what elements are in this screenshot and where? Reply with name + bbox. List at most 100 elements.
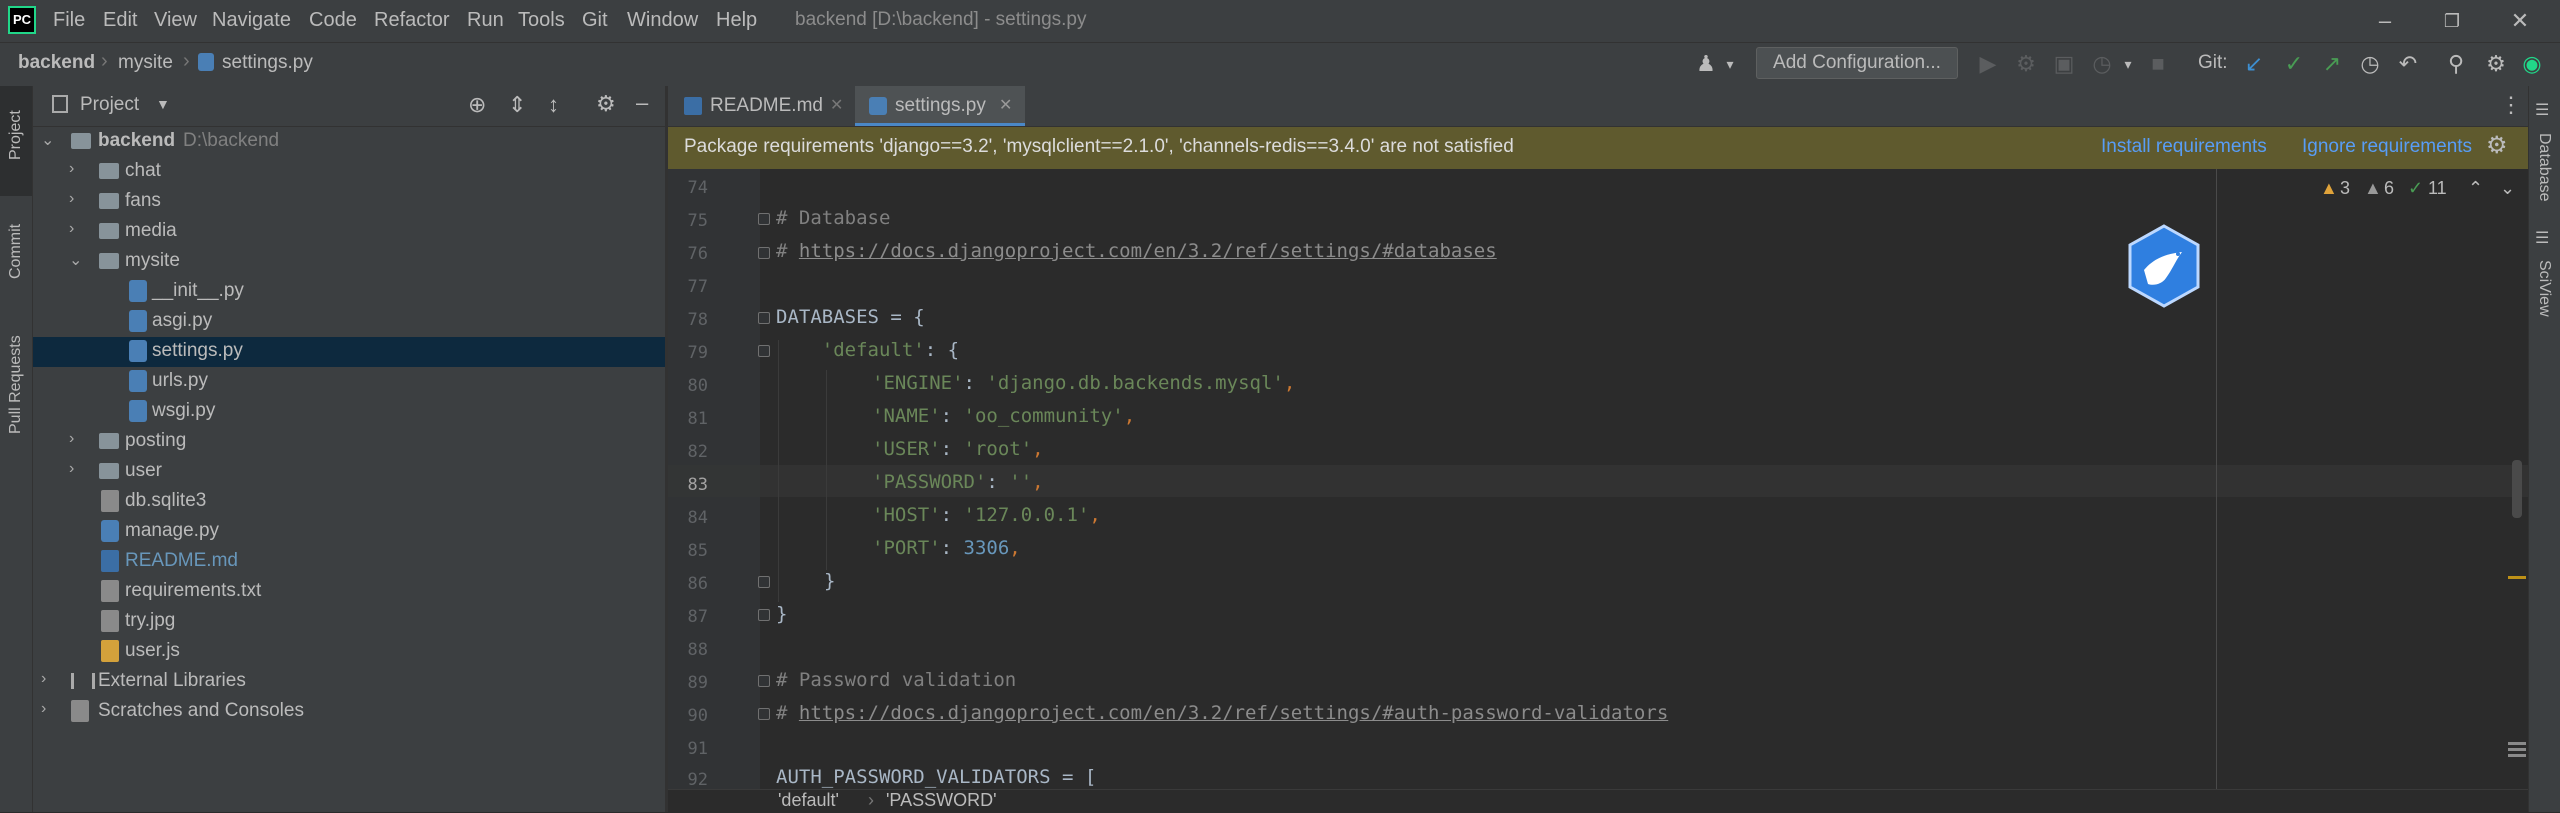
chevron-down-icon[interactable]: ⌄ — [2500, 178, 2515, 199]
tree-item-media[interactable]: › media — [33, 217, 665, 247]
info-marker[interactable] — [2508, 742, 2526, 745]
breadcrumb-folder[interactable]: mysite — [118, 52, 173, 74]
menu-view[interactable]: View — [154, 9, 197, 32]
breadcrumb-key-default[interactable]: 'default' — [778, 790, 839, 811]
fold-marker-icon[interactable] — [758, 312, 770, 324]
close-icon[interactable]: ✕ — [2502, 4, 2538, 38]
close-tab-icon[interactable]: ✕ — [999, 86, 1012, 126]
tree-item-user[interactable]: › user — [33, 457, 665, 487]
coverage-icon[interactable]: ▣ — [2050, 50, 2078, 78]
tree-item-manage-py[interactable]: manage.py — [33, 517, 665, 547]
tool-tab-commit[interactable]: Commit — [2, 206, 30, 296]
chevron-right-icon[interactable]: › — [69, 430, 85, 448]
fold-marker-icon[interactable] — [758, 609, 770, 621]
add-configuration-button[interactable]: Add Configuration... — [1756, 47, 1958, 79]
warning-count[interactable]: 3 — [2340, 178, 2350, 199]
weak-warning-count[interactable]: 6 — [2384, 178, 2394, 199]
tree-item-readme-md[interactable]: README.md — [33, 547, 665, 577]
history-icon[interactable]: ◷ — [2356, 50, 2384, 78]
menu-edit[interactable]: Edit — [103, 9, 137, 32]
chevron-down-icon[interactable]: ▼ — [156, 96, 170, 112]
chevron-down-icon[interactable]: ▾ — [1716, 50, 1744, 78]
fold-marker-icon[interactable] — [758, 576, 770, 588]
docs-link[interactable]: https://docs.djangoproject.com/en/3.2/re… — [799, 240, 1497, 262]
menu-code[interactable]: Code — [309, 9, 357, 32]
search-icon[interactable]: ⚲ — [2442, 50, 2470, 78]
chevron-up-icon[interactable]: ⌃ — [2468, 178, 2483, 199]
warning-marker[interactable] — [2508, 576, 2526, 579]
tree-item-backend[interactable]: ⌄ backend D:\backend — [33, 127, 665, 157]
breadcrumb-key-password[interactable]: 'PASSWORD' — [886, 790, 997, 811]
menu-navigate[interactable]: Navigate — [212, 9, 291, 32]
chevron-right-icon[interactable]: › — [69, 460, 85, 478]
chevron-right-icon[interactable]: › — [69, 220, 85, 238]
hide-panel-icon[interactable]: – — [636, 90, 648, 116]
warning-icon[interactable]: ▲ — [2320, 178, 2338, 199]
breadcrumb-file[interactable]: settings.py — [222, 52, 313, 74]
minimize-icon[interactable]: – — [2367, 4, 2403, 38]
chevron-right-icon[interactable]: › — [41, 700, 57, 718]
jetbrains-toolbox-icon[interactable]: ◉ — [2518, 50, 2546, 78]
install-requirements-link[interactable]: Install requirements — [2101, 136, 2267, 158]
tree-item-user-js[interactable]: user.js — [33, 637, 665, 667]
stop-icon[interactable]: ■ — [2144, 50, 2172, 78]
tab-settings-py[interactable]: settings.py ✕ — [855, 86, 1025, 126]
menu-tools[interactable]: Tools — [518, 9, 565, 32]
chevron-right-icon[interactable]: › — [69, 190, 85, 208]
tree-item-settings-py[interactable]: settings.py — [33, 337, 665, 367]
profile-icon[interactable]: ◷ — [2088, 50, 2116, 78]
fold-marker-icon[interactable] — [758, 708, 770, 720]
info-marker[interactable] — [2508, 754, 2526, 757]
fold-marker-icon[interactable] — [758, 345, 770, 357]
tree-item-external-libraries[interactable]: › External Libraries — [33, 667, 665, 697]
docs-link[interactable]: https://docs.djangoproject.com/en/3.2/re… — [799, 702, 1668, 724]
tree-item-scratches[interactable]: › Scratches and Consoles — [33, 697, 665, 727]
run-icon[interactable]: ▶ — [1974, 50, 2002, 78]
fold-marker-icon[interactable] — [758, 247, 770, 259]
info-marker[interactable] — [2508, 748, 2526, 751]
git-commit-icon[interactable]: ✓ — [2280, 50, 2308, 78]
tree-item-db-sqlite3[interactable]: db.sqlite3 — [33, 487, 665, 517]
fold-marker-icon[interactable] — [758, 675, 770, 687]
tool-tab-database[interactable]: Database — [2530, 124, 2558, 210]
close-tab-icon[interactable]: ✕ — [830, 86, 843, 126]
tree-item-init-py[interactable]: __init__.py — [33, 277, 665, 307]
collapse-all-icon[interactable]: ↕ — [548, 92, 559, 118]
git-push-icon[interactable]: ↗ — [2318, 50, 2346, 78]
ignore-requirements-link[interactable]: Ignore requirements — [2302, 136, 2472, 158]
chevron-down-icon[interactable]: ⌄ — [69, 250, 85, 270]
breadcrumb-project[interactable]: backend — [18, 52, 95, 74]
tree-item-asgi-py[interactable]: asgi.py — [33, 307, 665, 337]
tree-item-urls-py[interactable]: urls.py — [33, 367, 665, 397]
project-panel-title[interactable]: Project — [80, 94, 139, 116]
locate-icon[interactable]: ⊕ — [468, 92, 486, 118]
tree-item-posting[interactable]: › posting — [33, 427, 665, 457]
menu-file[interactable]: File — [53, 9, 85, 32]
fold-marker-icon[interactable] — [758, 213, 770, 225]
tree-item-chat[interactable]: › chat — [33, 157, 665, 187]
tree-item-fans[interactable]: › fans — [33, 187, 665, 217]
git-update-icon[interactable]: ↙ — [2240, 50, 2268, 78]
more-options-icon[interactable]: ⋮ — [2500, 92, 2522, 118]
chevron-down-icon[interactable]: ▾ — [2114, 50, 2142, 78]
tree-item-mysite[interactable]: ⌄ mysite — [33, 247, 665, 277]
chevron-right-icon[interactable]: › — [41, 670, 57, 688]
chevron-down-icon[interactable]: ⌄ — [41, 130, 57, 150]
menu-run[interactable]: Run — [467, 9, 504, 32]
menu-git[interactable]: Git — [582, 9, 608, 32]
tree-item-requirements-txt[interactable]: requirements.txt — [33, 577, 665, 607]
tree-item-wsgi-py[interactable]: wsgi.py — [33, 397, 665, 427]
restore-icon[interactable]: ❐ — [2434, 4, 2470, 38]
expand-all-icon[interactable]: ⇕ — [508, 92, 526, 118]
menu-refactor[interactable]: Refactor — [374, 9, 450, 32]
gear-icon[interactable]: ⚙ — [2486, 131, 2508, 160]
menu-help[interactable]: Help — [716, 9, 757, 32]
tool-tab-project[interactable]: Project — [2, 96, 30, 174]
tree-item-try-jpg[interactable]: try.jpg — [33, 607, 665, 637]
vertical-scrollbar-thumb[interactable] — [2512, 460, 2522, 518]
gear-icon[interactable]: ⚙ — [596, 91, 616, 117]
typo-count[interactable]: 11 — [2428, 178, 2447, 199]
tool-tab-pull-requests[interactable]: Pull Requests — [2, 320, 30, 450]
gear-icon[interactable]: ⚙ — [2482, 50, 2510, 78]
menu-window[interactable]: Window — [627, 9, 698, 32]
